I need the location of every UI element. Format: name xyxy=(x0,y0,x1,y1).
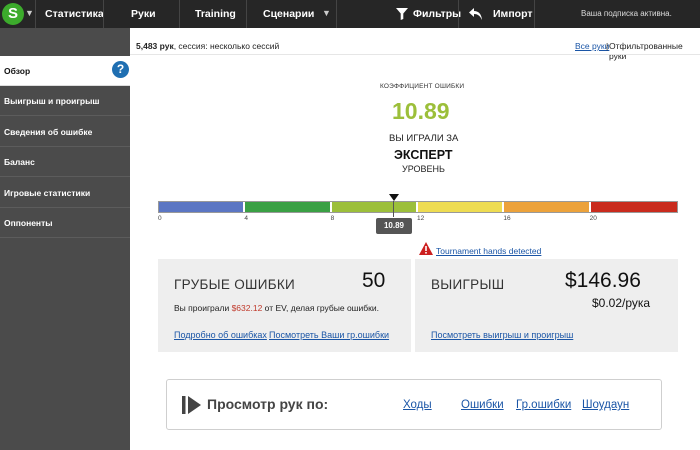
logo-chevron-down-icon[interactable]: ▼ xyxy=(25,8,34,18)
sidebar-item-game-stats[interactable]: Игровые статистики xyxy=(0,178,130,208)
scale-tick-label: 0 xyxy=(158,215,162,222)
hand-count: 5,483 рук xyxy=(136,41,174,51)
nav-import[interactable]: Импорт xyxy=(493,0,533,28)
browse-by-blunders-link[interactable]: Гр.ошибки xyxy=(516,399,571,411)
nav-divider xyxy=(458,0,459,28)
nav-divider xyxy=(35,0,36,28)
scale-segment xyxy=(504,202,589,212)
skill-level-suffix: УРОВЕНЬ xyxy=(402,164,445,174)
top-navigation-bar: S ▼ Статистика Руки Training Сценарии ▼ … xyxy=(0,0,700,28)
browse-by-moves-link[interactable]: Ходы xyxy=(403,399,432,411)
scale-tick-label: 12 xyxy=(417,215,425,222)
app-logo[interactable]: S xyxy=(2,3,24,25)
blunders-title: ГРУБЫЕ ОШИБКИ xyxy=(174,277,296,292)
all-hands-link[interactable]: Все руки xyxy=(575,41,609,51)
tournament-warning-link[interactable]: Tournament hands detected xyxy=(436,246,541,256)
browse-by-mistakes-link[interactable]: Ошибки xyxy=(461,399,504,411)
blunder-details-link[interactable]: Подробно об ошибках xyxy=(174,330,267,340)
blunders-summary-post: от EV, делая грубые ошибки. xyxy=(262,303,379,313)
view-winnings-link[interactable]: Посмотреть выигрыш и проигрыш xyxy=(431,330,573,340)
scale-marker-line xyxy=(393,201,394,217)
browse-by-showdown-link[interactable]: Шоудаун xyxy=(582,399,629,411)
hand-count-summary: 5,483 рук, сессия: несколько сессий xyxy=(136,41,279,51)
nav-scenarios[interactable]: Сценарии xyxy=(263,0,314,28)
import-arrow-icon[interactable] xyxy=(469,8,482,20)
blunders-count: 50 xyxy=(362,269,386,292)
scale-segment xyxy=(245,202,330,212)
sidebar-item-balance[interactable]: Баланс xyxy=(0,147,130,177)
nav-hands[interactable]: Руки xyxy=(131,0,156,28)
blunders-summary-pre: Вы проиграли xyxy=(174,303,232,313)
warning-icon xyxy=(419,242,433,255)
nav-divider xyxy=(336,0,337,28)
nav-divider xyxy=(534,0,535,28)
scale-segment xyxy=(159,202,244,212)
nav-training[interactable]: Training xyxy=(195,0,236,28)
play-icon xyxy=(182,396,201,414)
nav-filters[interactable]: Фильтры xyxy=(413,0,461,28)
scale-marker-icon xyxy=(389,194,399,201)
error-rate-label: КОЭФФИЦИЕНТ ОШИБКИ xyxy=(380,83,465,90)
blunders-lost-amount: $632.12 xyxy=(231,303,263,313)
nav-divider xyxy=(179,0,180,28)
nav-statistics[interactable]: Статистика xyxy=(45,0,104,28)
browse-hands-title: Просмотр рук по: xyxy=(207,396,329,412)
played-as-label: ВЫ ИГРАЛИ ЗА xyxy=(389,133,459,144)
sidebar-item-winnings-losses[interactable]: Выигрыш и проигрыш xyxy=(0,86,130,116)
skill-level: ЭКСПЕРТ xyxy=(394,148,453,162)
scale-tick-label: 16 xyxy=(503,215,511,222)
error-rate-scale xyxy=(158,201,678,213)
subscription-status: Ваша подписка активна. xyxy=(581,9,672,18)
winnings-title: ВЫИГРЫШ xyxy=(431,277,505,292)
scale-segment xyxy=(418,202,503,212)
scale-tick-label: 20 xyxy=(589,215,597,222)
sidebar-item-error-details[interactable]: Сведения об ошибке xyxy=(0,117,130,147)
filtered-hands-link[interactable]: Отфильтрованные руки xyxy=(609,41,700,61)
sidebar-item-opponents[interactable]: Оппоненты xyxy=(0,208,130,238)
scale-tick-label: 4 xyxy=(244,215,248,222)
filter-separator: | xyxy=(606,41,609,51)
filter-icon[interactable] xyxy=(396,8,408,20)
scenarios-chevron-down-icon[interactable]: ▼ xyxy=(322,8,331,18)
scale-tick-label: 8 xyxy=(330,215,335,222)
winnings-panel: ВЫИГРЫШ $146.96 $0.02/рука Посмотреть вы… xyxy=(415,259,678,352)
error-rate-value: 10.89 xyxy=(392,98,450,124)
help-icon[interactable]: ? xyxy=(112,61,129,78)
sidebar-item-overview[interactable]: Обзор xyxy=(0,56,130,86)
browse-hands-box: Просмотр рук по: Ходы Ошибки Гр.ошибки Ш… xyxy=(166,379,662,430)
header-divider xyxy=(130,54,700,55)
view-blunders-link[interactable]: Посмотреть Ваши гр.ошибки xyxy=(269,330,389,340)
scale-segment xyxy=(331,202,416,212)
session-info: , сессия: несколько сессий xyxy=(173,41,280,51)
scale-segment xyxy=(590,202,677,212)
nav-divider xyxy=(103,0,104,28)
nav-divider xyxy=(246,0,247,28)
winnings-amount: $146.96 xyxy=(565,269,641,292)
scale-marker-label: 10.89 xyxy=(376,218,412,234)
blunders-summary: Вы проиграли $632.12 от EV, делая грубые… xyxy=(174,303,379,313)
active-item-pointer xyxy=(130,56,140,84)
winnings-per-hand: $0.02/рука xyxy=(592,296,651,310)
blunders-panel: ГРУБЫЕ ОШИБКИ 50 Вы проиграли $632.12 от… xyxy=(158,259,411,352)
